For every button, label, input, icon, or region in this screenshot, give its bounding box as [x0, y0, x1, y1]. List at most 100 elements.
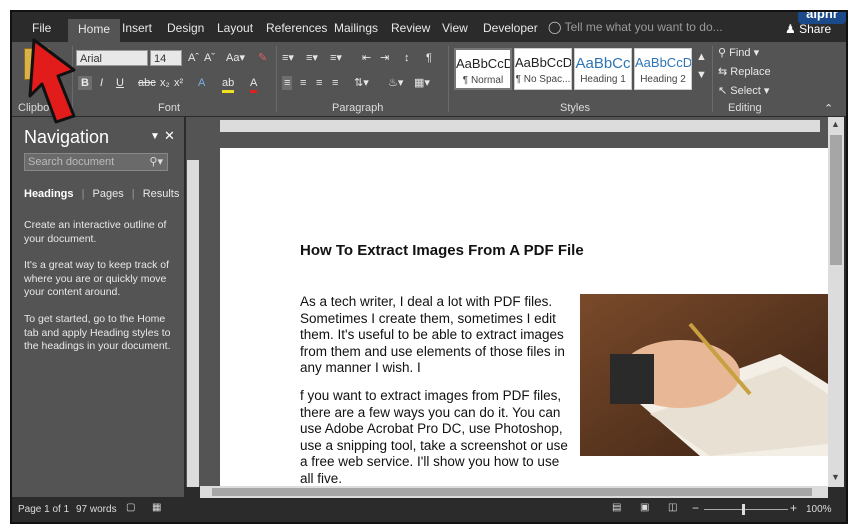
tell-me-box[interactable]: ◯ Tell me what you want to do...: [548, 20, 723, 34]
tab-design[interactable]: Design: [167, 20, 204, 36]
bullets-icon[interactable]: ≡▾: [282, 51, 294, 65]
replace-icon: ⇆: [718, 66, 728, 78]
style-heading-1[interactable]: AaBbCc Heading 1: [574, 48, 632, 90]
horizontal-scrollbar[interactable]: [200, 486, 828, 498]
style-sample: AaBbCcD: [456, 56, 510, 71]
styles-scroll-down-icon[interactable]: ▼: [696, 68, 707, 82]
print-layout-icon[interactable]: ▣: [640, 502, 649, 513]
find-button[interactable]: ⚲ Find ▾: [718, 46, 759, 60]
search-placeholder: Search document: [28, 156, 115, 168]
style-no-spacing[interactable]: AaBbCcD ¶ No Spac...: [514, 48, 572, 90]
web-layout-icon[interactable]: ◫: [668, 502, 677, 513]
sort-icon[interactable]: ↕: [404, 51, 410, 65]
justify-icon[interactable]: ≡: [332, 76, 338, 90]
style-sample: AaBbCcD: [515, 55, 571, 70]
font-size-combo[interactable]: 14: [150, 50, 182, 66]
shading-icon[interactable]: ♨▾: [388, 76, 403, 90]
ribbon-home: Clipboard Arial 14 Aˆ Aˇ Aa▾ ✎ B I U abc…: [12, 42, 846, 116]
superscript-button[interactable]: x²: [174, 76, 183, 90]
paragraph-2[interactable]: f you want to extract images from PDF fi…: [300, 388, 570, 488]
zoom-in-icon[interactable]: +: [790, 501, 797, 515]
align-left-icon[interactable]: ≡: [282, 76, 293, 90]
page-count[interactable]: Page 1 of 1: [18, 504, 69, 515]
change-case-icon[interactable]: Aa▾: [226, 51, 245, 65]
tab-headings[interactable]: Headings: [24, 188, 74, 200]
horizontal-ruler[interactable]: [186, 117, 828, 135]
numbering-icon[interactable]: ≡▾: [306, 51, 318, 65]
line-spacing-icon[interactable]: ⇅▾: [354, 76, 369, 90]
nav-tabs: Headings | Pages | Results: [24, 188, 180, 200]
strikethrough-button[interactable]: abc: [138, 76, 156, 90]
nav-search-input[interactable]: Search document ⚲▾: [24, 153, 168, 171]
tab-mailings[interactable]: Mailings: [334, 20, 378, 36]
scroll-up-icon[interactable]: ▲: [831, 119, 840, 129]
ribbon-divider: [276, 46, 277, 112]
grow-font-icon[interactable]: Aˆ: [188, 51, 199, 65]
document-title[interactable]: How To Extract Images From A PDF File: [300, 242, 584, 259]
read-mode-icon[interactable]: ▤: [612, 502, 621, 513]
search-icon[interactable]: ⚲▾: [149, 154, 163, 170]
styles-scroll-up-icon[interactable]: ▲: [696, 50, 707, 64]
share-button[interactable]: ♟ Share: [785, 22, 831, 36]
style-heading-2[interactable]: AaBbCcD Heading 2: [634, 48, 692, 90]
tab-layout[interactable]: Layout: [217, 20, 253, 36]
tab-results[interactable]: Results: [143, 188, 180, 200]
italic-button[interactable]: I: [100, 76, 103, 90]
search-icon: ⚲: [718, 47, 727, 59]
multilevel-list-icon[interactable]: ≡▾: [330, 51, 342, 65]
red-arrow-annotation: [28, 38, 76, 124]
ribbon-divider: [448, 46, 449, 112]
highlight-icon[interactable]: ab: [222, 76, 235, 93]
style-sample: AaBbCc: [575, 55, 631, 72]
paragraph-1[interactable]: As a tech writer, I deal a lot with PDF …: [300, 294, 570, 377]
tab-view[interactable]: View: [442, 20, 468, 36]
tab-insert[interactable]: Insert: [122, 20, 152, 36]
align-center-icon[interactable]: ≡: [300, 76, 306, 90]
tab-references[interactable]: References: [266, 20, 327, 36]
pilcrow-icon[interactable]: ¶: [426, 51, 432, 65]
style-name: ¶ No Spac...: [515, 74, 571, 85]
clear-formatting-icon[interactable]: ✎: [258, 51, 267, 65]
vertical-ruler[interactable]: [186, 135, 200, 487]
close-icon[interactable]: ✕: [164, 128, 175, 144]
share-label: Share: [799, 22, 832, 36]
select-button[interactable]: ↖ Select ▾: [718, 84, 769, 98]
font-color-icon[interactable]: A: [250, 76, 258, 93]
word-count[interactable]: 97 words: [76, 504, 117, 515]
vertical-scrollbar[interactable]: ▲ ▼: [828, 117, 844, 487]
writing-photo[interactable]: [580, 294, 828, 456]
shrink-font-icon[interactable]: Aˇ: [204, 51, 215, 65]
style-name: Heading 2: [640, 74, 686, 85]
borders-icon[interactable]: ▦▾: [414, 76, 430, 90]
tab-file[interactable]: File: [32, 20, 51, 36]
font-name-combo[interactable]: Arial: [76, 50, 148, 66]
lightbulb-icon: ◯: [548, 20, 562, 34]
style-normal[interactable]: AaBbCcD ¶ Normal: [454, 48, 512, 90]
hand-writing-image: [580, 294, 828, 456]
tab-pages[interactable]: Pages: [93, 188, 124, 200]
tab-developer[interactable]: Developer: [483, 20, 538, 36]
tab-review[interactable]: Review: [391, 20, 430, 36]
subscript-button[interactable]: x₂: [160, 76, 170, 90]
status-bar: Page 1 of 1 97 words ▢ ▦ ▤ ▣ ◫ − + 100%: [12, 498, 846, 522]
document-page[interactable]: How To Extract Images From A PDF File As…: [220, 148, 828, 488]
scroll-down-icon[interactable]: ▼: [831, 472, 840, 482]
zoom-level[interactable]: 100%: [806, 504, 832, 515]
text-effects-icon[interactable]: A: [198, 76, 205, 90]
hscroll-thumb[interactable]: [212, 488, 812, 496]
tell-me-text: Tell me what you want to do...: [564, 20, 723, 34]
nav-options-icon[interactable]: ▼: [150, 131, 160, 142]
zoom-slider[interactable]: [704, 504, 788, 515]
underline-button[interactable]: U: [116, 76, 124, 90]
zoom-out-icon[interactable]: −: [692, 501, 699, 515]
increase-indent-icon[interactable]: ⇥: [380, 51, 389, 65]
scroll-thumb[interactable]: [830, 135, 842, 265]
replace-button[interactable]: ⇆ Replace: [718, 65, 771, 79]
align-right-icon[interactable]: ≡: [316, 76, 322, 90]
collapse-ribbon-icon[interactable]: ⌃: [824, 102, 833, 116]
decrease-indent-icon[interactable]: ⇤: [362, 51, 371, 65]
editing-group-label: Editing: [728, 102, 762, 114]
macro-icon[interactable]: ▦: [152, 502, 161, 513]
proofing-icon[interactable]: ▢: [126, 502, 135, 513]
zoom-thumb[interactable]: [742, 504, 745, 515]
